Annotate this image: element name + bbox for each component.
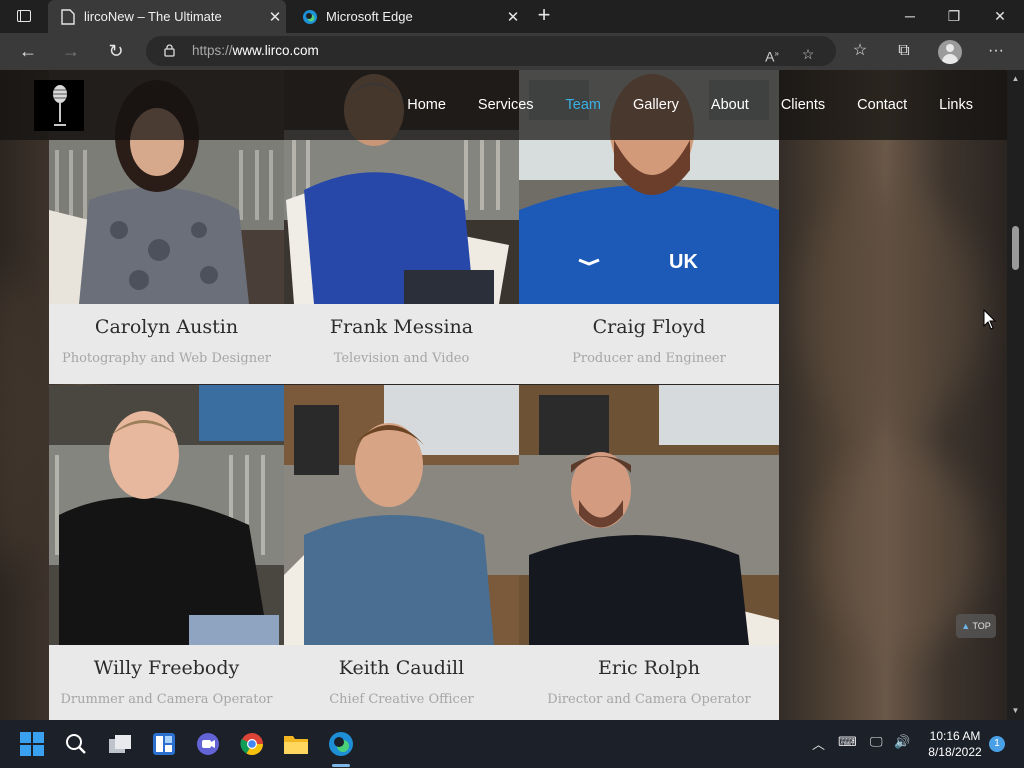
- team-caption: Keith Caudill Chief Creative Officer: [284, 645, 519, 720]
- address-toolbar: ← → ↻ https://www.lirco.com A» ☆ ☆ ⧉ ···: [0, 33, 1024, 70]
- team-member-role: Television and Video: [333, 351, 470, 366]
- network-icon[interactable]: 🖵: [870, 734, 883, 750]
- close-window-icon[interactable]: ✕: [978, 4, 1022, 28]
- page-viewport: Carolyn Austin Photography and Web Desig…: [0, 70, 1007, 720]
- file-explorer-icon[interactable]: [280, 728, 312, 760]
- close-tab-icon[interactable]: ✕: [502, 8, 524, 26]
- widgets-icon[interactable]: [148, 728, 180, 760]
- tab-edge[interactable]: Microsoft Edge ✕: [290, 0, 524, 33]
- clock[interactable]: 10:16 AM 8/18/2022: [922, 728, 988, 760]
- more-options-icon[interactable]: ···: [982, 38, 1010, 64]
- task-view-icon[interactable]: [104, 728, 136, 760]
- mouse-cursor-icon: [983, 309, 997, 330]
- team-member-name: Carolyn Austin: [94, 316, 239, 338]
- volume-icon[interactable]: 🔊: [894, 734, 910, 750]
- nav-clients[interactable]: Clients: [781, 97, 825, 113]
- site-nav-links: Home Services Team Gallery About Clients…: [375, 70, 973, 140]
- team-photo: [519, 385, 779, 645]
- scrollbar-thumb[interactable]: [1012, 226, 1019, 270]
- edge-taskbar-icon[interactable]: [325, 728, 357, 760]
- collections-icon[interactable]: ⧉: [890, 38, 918, 64]
- site-nav: Home Services Team Gallery About Clients…: [0, 70, 1007, 140]
- team-member-name: Craig Floyd: [592, 316, 706, 338]
- team-caption: Carolyn Austin Photography and Web Desig…: [49, 304, 284, 384]
- site-logo[interactable]: [34, 80, 84, 131]
- team-caption: Craig Floyd Producer and Engineer: [519, 304, 779, 384]
- url-text: https://www.lirco.com: [192, 43, 319, 58]
- team-photo: [49, 385, 284, 645]
- nav-team[interactable]: Team: [566, 97, 601, 113]
- scroll-up-icon[interactable]: ▲: [1011, 74, 1020, 83]
- time-text: 10:16 AM: [929, 729, 981, 743]
- team-member-role: Director and Camera Operator: [547, 692, 751, 707]
- team-member-role: Producer and Engineer: [572, 351, 726, 366]
- nav-gallery[interactable]: Gallery: [633, 97, 679, 113]
- back-to-top-button[interactable]: ▲ TOP: [956, 614, 996, 638]
- scrollbar[interactable]: ▲ ▼: [1007, 70, 1024, 720]
- team-member-name: Eric Rolph: [598, 657, 700, 679]
- minimize-icon[interactable]: ─: [888, 4, 932, 28]
- team-member-role: Chief Creative Officer: [329, 692, 474, 707]
- page-icon: [60, 8, 76, 25]
- back-icon[interactable]: ←: [14, 38, 42, 64]
- tab-lirco[interactable]: lircoNew – The Ultimate ✕: [48, 0, 286, 33]
- date-text: 8/18/2022: [928, 745, 982, 759]
- read-aloud-icon[interactable]: A»: [762, 44, 782, 65]
- active-app-indicator: [332, 764, 350, 767]
- taskbar: ︿ ⌨ 🖵 🔊 10:16 AM 8/18/2022: [0, 720, 1024, 768]
- tab-title: lircoNew – The Ultimate: [84, 9, 222, 24]
- nav-services[interactable]: Services: [478, 97, 534, 113]
- lock-icon: [164, 44, 175, 57]
- nav-home[interactable]: Home: [407, 97, 446, 113]
- refresh-icon[interactable]: ↻: [102, 38, 130, 64]
- close-tab-icon[interactable]: ✕: [264, 8, 286, 26]
- add-favorite-icon[interactable]: ☆: [798, 44, 818, 64]
- tab-title: Microsoft Edge: [326, 9, 413, 24]
- favorites-icon[interactable]: ☆: [846, 38, 874, 64]
- forward-icon[interactable]: →: [57, 38, 85, 64]
- team-member-role: Photography and Web Designer: [61, 351, 272, 366]
- address-bar[interactable]: https://www.lirco.com A» ☆: [146, 36, 836, 66]
- notification-badge[interactable]: 1: [989, 736, 1005, 752]
- team-caption: Eric Rolph Director and Camera Operator: [519, 645, 779, 720]
- svg-text:UK: UK: [669, 251, 698, 273]
- nav-links[interactable]: Links: [939, 97, 973, 113]
- chrome-icon[interactable]: [236, 728, 268, 760]
- teams-chat-icon[interactable]: [192, 728, 224, 760]
- team-photo: [284, 385, 519, 645]
- search-icon[interactable]: [60, 728, 92, 760]
- restore-icon[interactable]: ❐: [932, 4, 976, 28]
- windows-start-icon[interactable]: [16, 728, 48, 760]
- team-member-name: Frank Messina: [329, 316, 474, 338]
- keyboard-icon[interactable]: ⌨: [838, 734, 857, 750]
- team-caption: Willy Freebody Drummer and Camera Operat…: [49, 645, 284, 720]
- team-member-name: Willy Freebody: [93, 657, 240, 679]
- profile-avatar[interactable]: [938, 40, 962, 64]
- tray-overflow-icon[interactable]: ︿: [812, 734, 825, 753]
- tab-bar: lircoNew – The Ultimate ✕ Microsoft Edge…: [0, 0, 1024, 33]
- back-to-top-label: TOP: [972, 621, 991, 631]
- arrow-up-icon: ▲: [961, 621, 971, 631]
- team-member-role: Drummer and Camera Operator: [60, 692, 273, 707]
- tab-actions-icon[interactable]: [8, 5, 40, 27]
- team-caption: Frank Messina Television and Video: [284, 304, 519, 384]
- edge-icon: [302, 9, 318, 25]
- nav-contact[interactable]: Contact: [857, 97, 907, 113]
- team-member-name: Keith Caudill: [338, 657, 465, 679]
- scroll-down-icon[interactable]: ▼: [1011, 706, 1020, 715]
- nav-about[interactable]: About: [711, 97, 749, 113]
- new-tab-icon[interactable]: +: [532, 4, 556, 28]
